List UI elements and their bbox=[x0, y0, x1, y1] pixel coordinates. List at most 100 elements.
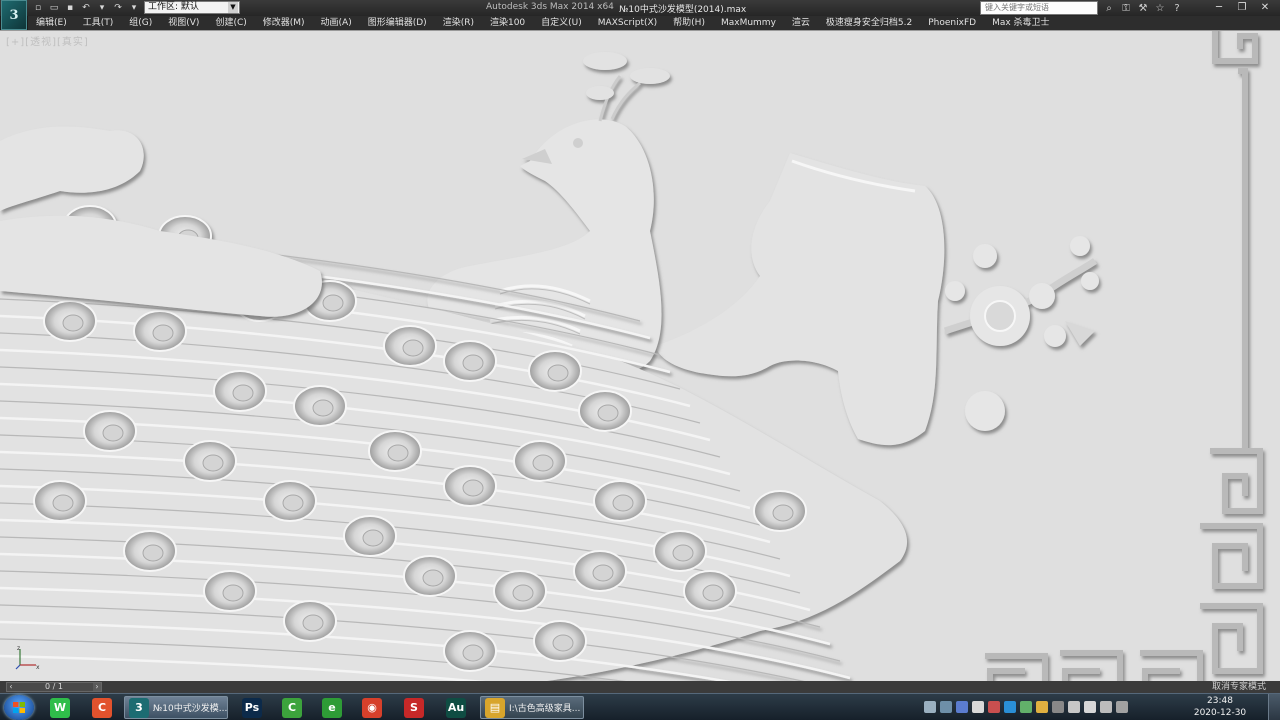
taskbar-camtasia[interactable]: C bbox=[276, 696, 308, 719]
wechat-icon: W bbox=[50, 697, 70, 718]
tray-icon[interactable] bbox=[988, 701, 1000, 713]
menu-xuanyun[interactable]: 渲云 bbox=[784, 16, 818, 30]
redo-dropdown-icon[interactable]: ▾ bbox=[127, 1, 141, 14]
viewport-label[interactable]: [+][透视][真实] bbox=[6, 33, 89, 48]
menu-views[interactable]: 视图(V) bbox=[160, 16, 207, 30]
restore-icon[interactable]: ❐ bbox=[1231, 0, 1253, 15]
search-input[interactable]: 键入关键字或短语 bbox=[980, 1, 1098, 15]
taskbar-wechat[interactable]: W bbox=[44, 696, 76, 719]
infocenter-toolbar: ⌕ ⚿ ⚒ ☆ ? bbox=[1102, 1, 1184, 15]
start-button[interactable] bbox=[4, 695, 34, 720]
expert-mode-cancel[interactable]: 取消专家模式 bbox=[1212, 681, 1266, 693]
window-controls: ─ ❐ ✕ bbox=[1208, 0, 1276, 15]
taskbar-audition[interactable]: Au bbox=[440, 696, 472, 719]
app-logo-icon[interactable]: 3 bbox=[1, 0, 27, 30]
show-desktop-button[interactable] bbox=[1268, 694, 1280, 720]
windows-logo-icon bbox=[13, 702, 25, 713]
axis-tripod-icon: z x bbox=[15, 645, 40, 671]
menu-maxscript[interactable]: MAXScript(X) bbox=[590, 16, 665, 30]
menu-antivirus[interactable]: Max 杀毒卫士 bbox=[984, 16, 1057, 30]
taskbar-app-c[interactable]: C bbox=[86, 696, 118, 719]
taskbar-clock[interactable]: 23:48 2020-12-30 bbox=[1190, 695, 1250, 719]
menu-group[interactable]: 组(G) bbox=[121, 16, 160, 30]
menu-bar: 编辑(E) 工具(T) 组(G) 视图(V) 创建(C) 修改器(M) 动画(A… bbox=[28, 16, 1280, 30]
audition-icon: Au bbox=[446, 697, 466, 718]
tray-icon[interactable] bbox=[956, 701, 968, 713]
new-icon[interactable]: ▫ bbox=[31, 1, 45, 14]
close-icon[interactable]: ✕ bbox=[1254, 0, 1276, 15]
clock-date: 2020-12-30 bbox=[1193, 708, 1247, 718]
3dsmax-icon: 3 bbox=[129, 697, 149, 718]
menu-help[interactable]: 帮助(H) bbox=[665, 16, 713, 30]
chevron-left-icon[interactable]: ‹ bbox=[7, 683, 15, 691]
taskbar-3dsmax[interactable]: 3 №10中式沙发模... bbox=[124, 696, 228, 719]
undo-icon[interactable]: ↶ bbox=[79, 1, 93, 14]
tray-icon[interactable] bbox=[1052, 701, 1064, 713]
menu-customize[interactable]: 自定义(U) bbox=[533, 16, 590, 30]
tools-icon[interactable]: ⚒ bbox=[1136, 1, 1150, 15]
peacock-relief-model bbox=[0, 31, 1280, 681]
tray-icon[interactable] bbox=[1020, 701, 1032, 713]
menu-archive[interactable]: 极速瘦身安全归档5.2 bbox=[818, 16, 920, 30]
tray-icon[interactable] bbox=[1084, 701, 1096, 713]
menu-render100[interactable]: 渲染100 bbox=[482, 16, 533, 30]
undo-dropdown-icon[interactable]: ▾ bbox=[95, 1, 109, 14]
tray-icon[interactable] bbox=[972, 701, 984, 713]
quick-access-toolbar: ▫ ▭ ▪ ↶ ▾ ↷ ▾ ▤ bbox=[31, 1, 157, 15]
360-browser-icon: e bbox=[322, 697, 342, 718]
clock-time: 23:48 bbox=[1207, 696, 1233, 706]
taskbar-photoshop[interactable]: Ps bbox=[236, 696, 268, 719]
taskbar-chrome[interactable]: ◉ bbox=[356, 696, 388, 719]
chevron-right-icon[interactable]: › bbox=[93, 683, 101, 691]
tray-icon[interactable] bbox=[1116, 701, 1128, 713]
tray-icon[interactable] bbox=[940, 701, 952, 713]
document-title: №10中式沙发模型(2014).max bbox=[619, 5, 747, 15]
taskbar-sketchup[interactable]: S bbox=[398, 696, 430, 719]
photoshop-icon: Ps bbox=[242, 697, 262, 718]
menu-edit[interactable]: 编辑(E) bbox=[28, 16, 75, 30]
taskbar-3dsmax-label: №10中式沙发模... bbox=[152, 704, 227, 714]
windows-taskbar: W C 3 №10中式沙发模... Ps C e ◉ S Au ▤ I:\古色高… bbox=[0, 693, 1280, 720]
perspective-viewport[interactable]: [+][透视][真实] z x bbox=[0, 30, 1280, 681]
app-title: Autodesk 3ds Max 2014 x64 bbox=[486, 2, 614, 12]
taskbar-explorer-label: I:\古色高级家具... bbox=[509, 704, 581, 714]
sketchup-icon: S bbox=[404, 697, 424, 718]
redo-icon[interactable]: ↷ bbox=[111, 1, 125, 14]
menu-animation[interactable]: 动画(A) bbox=[313, 16, 360, 30]
taskbar-360-browser[interactable]: e bbox=[316, 696, 348, 719]
menu-create[interactable]: 创建(C) bbox=[207, 16, 254, 30]
menu-maxmummy[interactable]: MaxMummy bbox=[713, 16, 784, 30]
taskbar-explorer[interactable]: ▤ I:\古色高级家具... bbox=[480, 696, 584, 719]
chrome-icon: ◉ bbox=[362, 697, 382, 718]
workspace-label: 工作区: 默认 bbox=[148, 2, 199, 12]
help-icon[interactable]: ? bbox=[1170, 1, 1184, 15]
time-slider-bar: ‹ 0 / 1 › 取消专家模式 bbox=[0, 681, 1280, 693]
save-icon[interactable]: ▪ bbox=[63, 1, 77, 14]
menu-phoenixfd[interactable]: PhoenixFD bbox=[920, 16, 984, 30]
star-icon[interactable]: ☆ bbox=[1153, 1, 1167, 15]
tray-icon[interactable] bbox=[1036, 701, 1048, 713]
minimize-icon[interactable]: ─ bbox=[1208, 0, 1230, 15]
menu-rendering[interactable]: 渲染(R) bbox=[435, 16, 482, 30]
svg-text:z: z bbox=[17, 645, 20, 652]
frame-counter-label: 0 / 1 bbox=[45, 682, 63, 691]
tray-icon[interactable] bbox=[1004, 701, 1016, 713]
menu-graph-editors[interactable]: 图形编辑器(D) bbox=[360, 16, 435, 30]
time-slider[interactable]: ‹ 0 / 1 › bbox=[6, 682, 102, 692]
folder-icon: ▤ bbox=[485, 697, 505, 718]
binoculars-icon[interactable]: ⌕ bbox=[1102, 1, 1116, 15]
tray-icon[interactable] bbox=[924, 701, 936, 713]
chevron-down-icon[interactable]: ▼ bbox=[228, 2, 238, 13]
open-icon[interactable]: ▭ bbox=[47, 1, 61, 14]
workspace-selector[interactable]: 工作区: 默认 ▼ bbox=[144, 1, 240, 14]
tray-icon[interactable] bbox=[1068, 701, 1080, 713]
svg-text:x: x bbox=[36, 664, 40, 671]
orange-c-icon: C bbox=[92, 697, 112, 718]
system-tray bbox=[924, 697, 1128, 713]
key-icon[interactable]: ⚿ bbox=[1119, 1, 1133, 15]
camtasia-icon: C bbox=[282, 697, 302, 718]
menu-tools[interactable]: 工具(T) bbox=[75, 16, 122, 30]
title-bar: 3 ▫ ▭ ▪ ↶ ▾ ↷ ▾ ▤ 工作区: 默认 ▼ Autodesk 3ds… bbox=[0, 0, 1280, 30]
tray-icon[interactable] bbox=[1100, 701, 1112, 713]
menu-modifiers[interactable]: 修改器(M) bbox=[255, 16, 313, 30]
